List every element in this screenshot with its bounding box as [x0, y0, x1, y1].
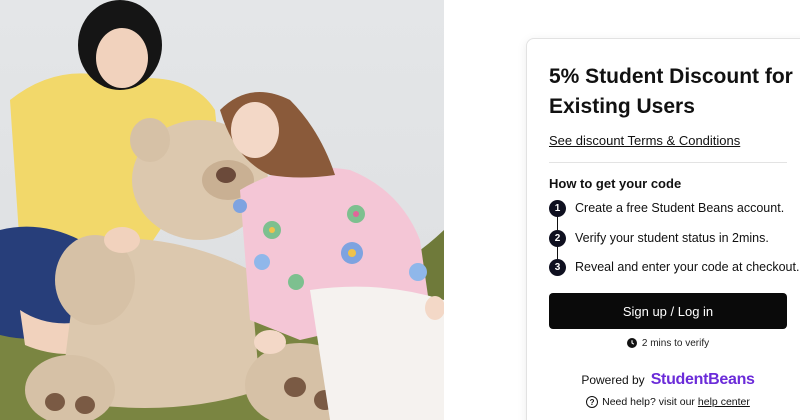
promo-photo [0, 0, 444, 420]
step-number-badge: 3 [549, 258, 566, 276]
step-text: Create a free Student Beans account. [575, 201, 785, 215]
clock-icon [626, 338, 637, 348]
offer-title: 5% Student Discount for Existing Users [549, 65, 793, 118]
step-2: 2 Verify your student status in 2mins. [549, 229, 769, 247]
step-number-badge: 1 [549, 199, 566, 217]
terms-conditions-link[interactable]: See discount Terms & Conditions [549, 133, 740, 148]
step-1: 1 Create a free Student Beans account. [549, 199, 784, 217]
help-center-link[interactable]: help center [698, 396, 750, 408]
help-prefix-text: Need help? visit our [602, 396, 695, 408]
powered-by: Powered by StudentBeans [549, 370, 787, 390]
divider [549, 162, 787, 163]
powered-by-label: Powered by [581, 373, 645, 387]
verify-time-note: 2 mins to verify [549, 335, 787, 351]
step-text: Verify your student status in 2mins. [575, 231, 769, 245]
help-line: ? Need help? visit our help center [549, 394, 787, 410]
question-circle-icon: ? [586, 396, 599, 408]
promo-photo-illustration [0, 0, 444, 420]
how-to-heading: How to get your code [549, 176, 682, 191]
studentbeans-logo: StudentBeans [650, 371, 755, 388]
verify-time-text: 2 mins to verify [641, 337, 710, 349]
step-number-badge: 2 [549, 229, 566, 247]
step-text: Reveal and enter your code at checkout. [575, 260, 800, 274]
signup-login-button[interactable]: Sign up / Log in [549, 293, 787, 329]
step-3: 3 Reveal and enter your code at checkout… [549, 258, 799, 276]
